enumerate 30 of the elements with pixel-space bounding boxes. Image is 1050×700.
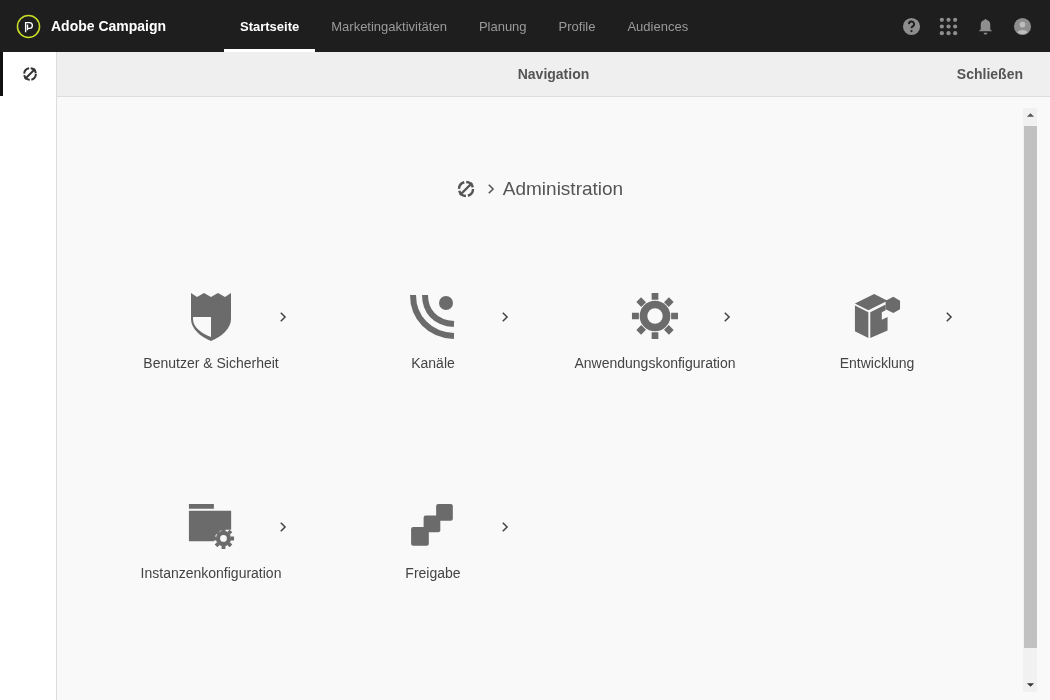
nav-tab[interactable]: Planung [462,0,543,52]
tile-label[interactable]: Freigabe [405,565,461,581]
tile-label[interactable]: Entwicklung [839,355,915,371]
chevron-icon[interactable] [278,521,287,533]
nav-tab[interactable]: Profile [542,0,612,52]
chevron-icon[interactable] [500,311,509,323]
gear-icon[interactable] [631,291,679,341]
panel-title: Navigation [517,66,590,82]
breadcrumb-label: Administration [502,178,624,200]
apps-grid-icon[interactable] [939,16,958,36]
chevron-icon[interactable] [500,521,509,533]
tile-label[interactable]: Benutzer & Sicherheit [143,355,279,371]
cube-icon[interactable] [853,291,901,341]
avatar-icon[interactable] [1013,16,1032,36]
chevron-icon [485,183,495,195]
nav-tab[interactable]: Audiences [611,0,705,52]
app-title: Adobe Campaign [51,18,167,34]
close-link[interactable]: Schließen [956,66,1023,82]
chevron-icon[interactable] [944,311,953,323]
tile-label[interactable]: Kanäle [411,355,455,371]
logo-icon [16,13,41,39]
tile-label[interactable]: Anwendungskonfiguration [574,355,736,371]
scroll-down-icon[interactable] [1025,682,1035,688]
tile-label[interactable]: Instanzenkonfiguration [140,565,282,581]
folder-gear-icon[interactable] [187,501,235,551]
help-icon[interactable] [902,16,921,36]
scroll-up-icon[interactable] [1025,112,1035,118]
chevron-icon[interactable] [722,311,731,323]
nav-tab[interactable]: Marketingaktivitäten [315,0,463,52]
chevron-icon[interactable] [278,311,287,323]
